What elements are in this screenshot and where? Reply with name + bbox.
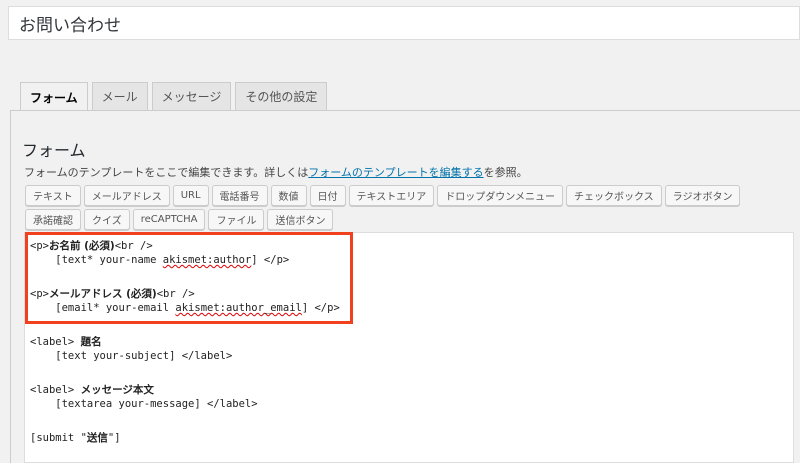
- tag-submit-button[interactable]: 送信ボタン: [267, 209, 334, 230]
- tag-textarea-button[interactable]: テキストエリア: [348, 185, 435, 206]
- tag-number-button[interactable]: 数値: [270, 185, 307, 206]
- tag-recaptcha-button[interactable]: reCAPTCHA: [132, 209, 206, 230]
- highlight-box: [25, 232, 353, 324]
- tag-acceptance-button[interactable]: 承諾確認: [25, 209, 81, 230]
- code-line-8: [textarea your-message] </label>: [30, 398, 258, 410]
- tab-form[interactable]: フォーム: [20, 82, 88, 111]
- panel-description: フォームのテンプレートをここで編集できます。詳しくはフォームのテンプレートを編集…: [24, 164, 528, 180]
- panel-desc-text: フォームのテンプレートをここで編集できます。詳しくは: [24, 166, 309, 179]
- tag-email-button[interactable]: メールアドレス: [83, 185, 170, 206]
- title-input[interactable]: お問い合わせ: [8, 6, 800, 40]
- tag-date-button[interactable]: 日付: [309, 185, 346, 206]
- tab-other-settings[interactable]: その他の設定: [235, 82, 328, 110]
- edit-template-link[interactable]: フォームのテンプレートを編集する: [308, 166, 483, 179]
- tab-bar: フォーム メール メッセージ その他の設定: [20, 82, 328, 111]
- tag-radio-button[interactable]: ラジオボタン: [664, 185, 741, 206]
- tag-tel-button[interactable]: 電話番号: [211, 185, 268, 206]
- tab-messages[interactable]: メッセージ: [151, 82, 232, 110]
- tab-mail[interactable]: メール: [91, 82, 148, 110]
- tag-dropdown-button[interactable]: ドロップダウンメニュー: [437, 185, 563, 206]
- panel-desc-suffix: を参照。: [483, 166, 528, 179]
- code-line-9: [submit "送信"]: [30, 432, 121, 444]
- tag-generator-row-2: 承諾確認 クイズ reCAPTCHA ファイル 送信ボタン: [25, 209, 334, 230]
- panel-title: フォーム: [22, 141, 86, 160]
- code-line-5: <label> 題名: [30, 336, 102, 348]
- tag-generator-row-1: テキスト メールアドレス URL 電話番号 数値 日付 テキストエリア ドロップ…: [25, 185, 741, 206]
- code-line-7: <label> メッセージ本文: [30, 384, 154, 396]
- tag-checkbox-button[interactable]: チェックボックス: [565, 185, 662, 206]
- tag-url-button[interactable]: URL: [172, 185, 209, 206]
- tag-text-button[interactable]: テキスト: [25, 185, 81, 206]
- tag-quiz-button[interactable]: クイズ: [84, 209, 130, 230]
- code-line-6: [text your-subject] </label>: [30, 350, 233, 362]
- tag-file-button[interactable]: ファイル: [208, 209, 265, 230]
- title-input-value: お問い合わせ: [19, 15, 121, 36]
